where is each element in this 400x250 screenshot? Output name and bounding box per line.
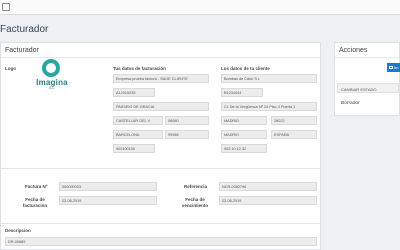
- change-state-header: CAMBIAR ESTADO: [337, 83, 399, 93]
- state-option-draft[interactable]: Borrador: [337, 97, 399, 110]
- billing-title: Tus datos de facturación: [113, 66, 166, 71]
- app-logo-icon[interactable]: [2, 3, 10, 11]
- customer-address-field[interactable]: Cl. De la Vergüenza Nº 24 Piso 4 Puerta …: [221, 102, 317, 111]
- customer-company-field[interactable]: Bombas de Calor S.L: [221, 74, 317, 83]
- customer-region-field[interactable]: MADRID: [221, 130, 267, 139]
- logo-label: Logo: [5, 66, 16, 71]
- invoice-panel: Facturador Logo Imagina S.L. Tus datos d…: [0, 42, 321, 250]
- actions-panel: Acciones Im CAMBIAR ESTADO Borrador: [334, 42, 400, 116]
- company-logo: Imagina S.L.: [32, 59, 72, 101]
- customer-title: Los datos de tu cliente: [221, 66, 270, 71]
- section-divider: [1, 168, 320, 169]
- reference-field[interactable]: NCR-0082796: [219, 182, 317, 191]
- section-divider-2: [1, 223, 320, 224]
- billing-phone-field[interactable]: 902100100: [113, 144, 155, 153]
- billing-city-field[interactable]: BARCELONA: [113, 130, 163, 139]
- logo-tagline: S.L.: [48, 86, 56, 90]
- print-button-label: Im: [394, 65, 399, 70]
- customer-country-field[interactable]: ESPAÑA: [271, 130, 317, 139]
- billing-region-field[interactable]: CASTELLAR DEL V.: [113, 116, 163, 125]
- billing-phone-code-field[interactable]: 99966: [165, 130, 209, 139]
- invoice-number-label: Factura Nº: [25, 184, 48, 189]
- invoice-panel-header: Facturador: [1, 43, 320, 58]
- due-date-label: Fecha de vencimiento: [181, 197, 209, 208]
- description-label: Descripcion: [5, 228, 31, 233]
- customer-city-field[interactable]: MADRID: [221, 116, 267, 125]
- billing-postal-field[interactable]: 08080: [165, 116, 209, 125]
- due-date-field[interactable]: 22-08-2019: [219, 196, 317, 205]
- customer-nif-field[interactable]: B1234444: [221, 88, 263, 97]
- page-title: Facturador: [0, 24, 49, 35]
- customer-postal-field[interactable]: 28022: [271, 116, 317, 125]
- print-button[interactable]: Im: [387, 63, 400, 72]
- invoice-date-label: Fecha de facturación: [22, 197, 48, 208]
- actions-panel-header: Acciones: [335, 43, 399, 58]
- top-bar: [0, 0, 400, 15]
- description-field[interactable]: DR-00689: [5, 237, 317, 246]
- logo-ring-icon: [42, 59, 60, 77]
- billing-nif-field[interactable]: A12015235: [113, 88, 155, 97]
- print-icon: [389, 66, 393, 70]
- invoice-number-field[interactable]: 000000003: [59, 182, 157, 191]
- customer-phone-field[interactable]: 902.10.12.32: [221, 144, 267, 153]
- billing-address-field[interactable]: PASSEIG DE GRACIA: [113, 102, 209, 111]
- reference-label: Referencia: [184, 184, 208, 189]
- billing-company-field[interactable]: Empresa prueba factura - SAGE CLIENTE: [113, 74, 209, 83]
- invoice-date-field[interactable]: 22-08-2019: [59, 196, 157, 205]
